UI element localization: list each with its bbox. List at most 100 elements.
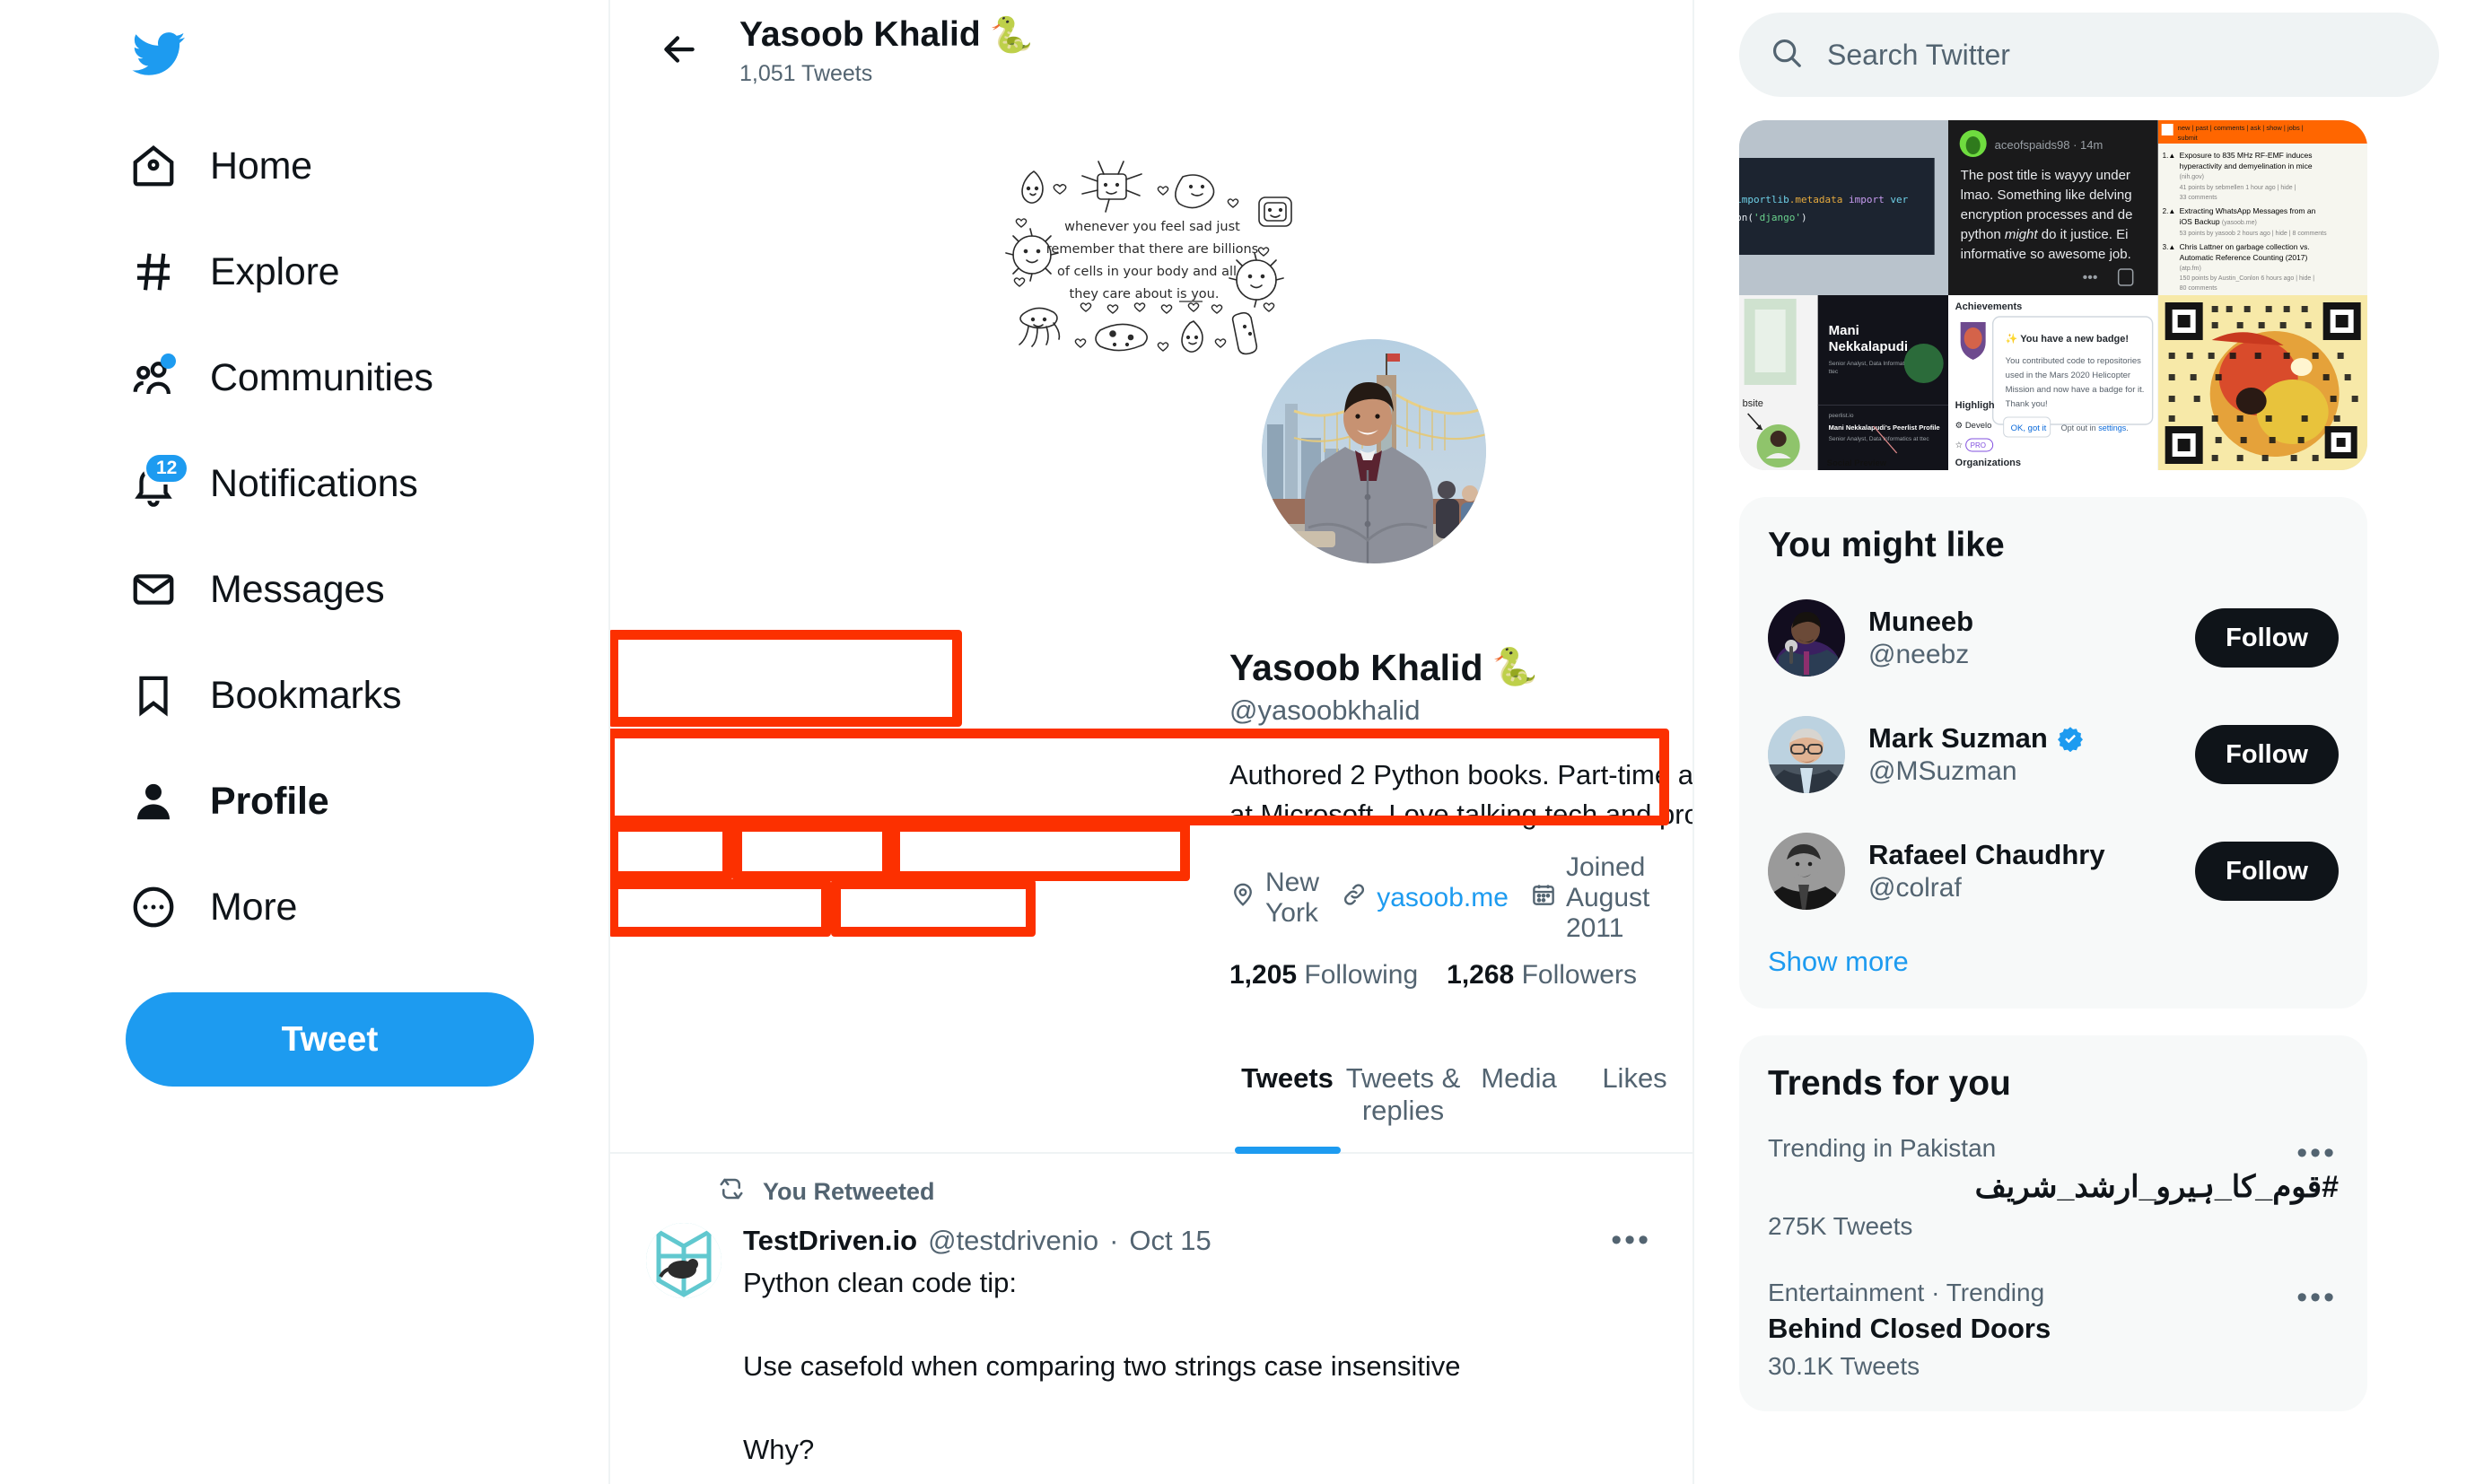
svg-text:⚙ Develo: ⚙ Develo (1955, 421, 1992, 431)
trends-card: Trends for you Trending in Pakistan #قوم… (1739, 1035, 2367, 1411)
profile-meta-row: New York yasoob.me Joined August 2011 (1229, 852, 1692, 944)
suggested-account-name: Muneeb (1868, 606, 2172, 638)
sidebar-item-label: Explore (210, 249, 340, 293)
trends-title: Trends for you (1768, 1064, 2011, 1103)
svg-text:hyperactivity and demyelinatio: hyperactivity and demyelination in mice (2179, 161, 2312, 170)
tweet-author-avatar[interactable] (646, 1223, 722, 1299)
tab-tweets[interactable]: Tweets (1229, 1039, 1345, 1152)
svg-text:Extracting WhatsApp Messages f: Extracting WhatsApp Messages from an (2179, 206, 2315, 215)
highlight-box-website (732, 822, 892, 881)
svg-text:You contributed code to reposi: You contributed code to repositories (2006, 356, 2141, 366)
suggested-account-name: Mark Suzman (1868, 722, 2172, 755)
hashtag-icon (126, 244, 181, 300)
location-text: New York (1265, 868, 1320, 929)
profile-main-column: Yasoob Khalid 🐍 1,051 Tweets whenever yo… (610, 0, 1694, 1484)
profile-website[interactable]: yasoob.me (1341, 881, 1509, 915)
svg-text:The post title is wayyy under: The post title is wayyy under (1961, 168, 2130, 183)
banner-quote-line-2: remember that there are billions (1046, 242, 1258, 257)
website-link[interactable]: yasoob.me (1377, 883, 1509, 913)
suggested-account-row[interactable]: Rafaeel Chaudhry @colraf Follow (1739, 813, 2367, 930)
bookmark-icon (126, 668, 181, 723)
tab-tweets-replies[interactable]: Tweets & replies (1345, 1039, 1461, 1152)
banner-quote-line-1: whenever you feel sad just (1064, 220, 1240, 234)
tab-media[interactable]: Media (1461, 1039, 1577, 1152)
follow-button[interactable]: Follow (2195, 608, 2339, 668)
svg-text:☆: ☆ (1955, 441, 1964, 450)
avatar[interactable] (1768, 716, 1845, 793)
followers-count[interactable]: 1,268 Followers (1447, 960, 1637, 991)
tweet-author-name[interactable]: TestDriven.io (743, 1225, 917, 1257)
svg-text:python might do it justice. Ei: python might do it justice. Ei (1961, 227, 2129, 242)
trend-category: Trending in Pakistan (1768, 1134, 1997, 1162)
sidebar-item-communities[interactable]: Communities (126, 325, 608, 431)
svg-text:2.▲: 2.▲ (2162, 207, 2175, 215)
media-tile-code-screenshot[interactable]: rom importlib.metadata import ver ersion… (1739, 120, 1949, 295)
banner-quote-line-4: they care about is you. (1070, 287, 1220, 301)
sidebar-item-notifications[interactable]: 12 Notifications (126, 431, 608, 537)
tweet-author-handle: @testdrivenio (928, 1224, 1099, 1256)
media-tile-hacker-news[interactable]: new | past | comments | ask | show | job… (2157, 120, 2367, 295)
more-dots-icon[interactable]: ••• (2296, 1136, 2337, 1171)
svg-text:rom importlib.metadata import: rom importlib.metadata import ver (1739, 194, 1909, 205)
sidebar-item-profile[interactable]: Profile (126, 748, 608, 854)
profile-banner: whenever you feel sad just remember that… (610, 104, 1692, 411)
sidebar-item-home[interactable]: Home (126, 113, 608, 219)
verified-badge-icon (2057, 725, 2084, 753)
suggested-account-handle: @MSuzman (1868, 756, 2017, 786)
sidebar-item-explore[interactable]: Explore (126, 219, 608, 325)
svg-text:Organizations: Organizations (1955, 458, 2021, 468)
retweet-icon (718, 1175, 745, 1209)
more-dots-icon[interactable]: ••• (1611, 1223, 1657, 1258)
sidebar-item-bookmarks[interactable]: Bookmarks (126, 642, 608, 748)
sidebar-item-more[interactable]: More (126, 854, 608, 960)
follow-button[interactable]: Follow (2195, 842, 2339, 901)
svg-text:3.▲: 3.▲ (2162, 243, 2175, 251)
svg-text:ttec: ttec (1829, 369, 1839, 375)
following-count[interactable]: 1,205 Following (1229, 960, 1418, 991)
media-tile-qr-art[interactable] (2157, 295, 2367, 470)
media-tile-reddit-comment[interactable]: aceofspaids98 · 14m The post title is wa… (1948, 120, 2158, 295)
suggested-account-name: Rafaeel Chaudhry (1868, 839, 2172, 871)
tweet-header: TestDriven.io @testdrivenio · Oct 15 ••• (743, 1223, 1657, 1258)
svg-text:80 comments: 80 comments (2179, 285, 2217, 292)
svg-text:PRO: PRO (1971, 441, 1986, 450)
tab-likes[interactable]: Likes (1577, 1039, 1692, 1152)
trend-item[interactable]: Trending in Pakistan #قوم_کا_ہیرو_ارشد_ش… (1739, 1118, 2367, 1262)
communities-notification-dot (161, 354, 176, 369)
svg-text:lmao. Something like delving: lmao. Something like delving (1961, 188, 2132, 203)
show-more-link[interactable]: Show more (1739, 930, 2367, 1000)
media-tile-github-badge[interactable]: Achievements ✨ You have a new badge! You… (1948, 295, 2158, 470)
search-input[interactable] (1827, 38, 2409, 72)
sidebar-item-label: Communities (210, 355, 433, 399)
link-icon (1341, 881, 1368, 915)
display-name-text: Yasoob Khalid (1229, 646, 1483, 688)
follow-button[interactable]: Follow (2195, 725, 2339, 784)
svg-text:•••: ••• (2083, 270, 2098, 285)
avatar[interactable] (1255, 332, 1493, 571)
suggested-account-row[interactable]: Mark Suzman @MSuzman Follow (1739, 696, 2367, 813)
left-sidebar: Home Explore Communities 12 Notification… (0, 0, 610, 1484)
suggested-account-row[interactable]: Muneeb @neebz Follow (1739, 580, 2367, 696)
twitter-logo-icon[interactable] (120, 16, 196, 92)
tweet-item[interactable]: You Retweeted TestDriven.io @testdriveni… (610, 1154, 1692, 1484)
search-bar[interactable] (1739, 13, 2439, 97)
sidebar-item-messages[interactable]: Messages (126, 537, 608, 642)
trend-category: Entertainment · Trending (1768, 1279, 2045, 1306)
sidebar-item-label: Notifications (210, 461, 418, 505)
banner-quote-line-3: of cells in your body and all (1057, 265, 1237, 279)
more-dots-icon[interactable]: ••• (2296, 1280, 2337, 1315)
sidebar-item-label: Messages (210, 567, 385, 611)
media-tile-website-photo[interactable]: bsite Mani Nekkalapudi Senior Analyst, D… (1739, 295, 1949, 470)
svg-text:(nih.gov): (nih.gov) (2179, 174, 2203, 180)
avatar[interactable] (1768, 599, 1845, 677)
svg-text:Nekkalapudi: Nekkalapudi (1829, 339, 1908, 354)
bell-icon: 12 (126, 452, 190, 511)
avatar[interactable] (1768, 833, 1845, 910)
trend-item[interactable]: Entertainment · Trending Behind Closed D… (1739, 1262, 2367, 1402)
back-arrow-icon[interactable] (652, 22, 707, 77)
media-preview-grid[interactable]: rom importlib.metadata import ver ersion… (1739, 120, 2367, 470)
profile-counts: 1,205 Following 1,268 Followers (1229, 960, 1692, 991)
tweet-button[interactable]: Tweet (126, 992, 534, 1087)
svg-text:submit: submit (2177, 134, 2198, 142)
notifications-badge: 12 (144, 452, 190, 485)
